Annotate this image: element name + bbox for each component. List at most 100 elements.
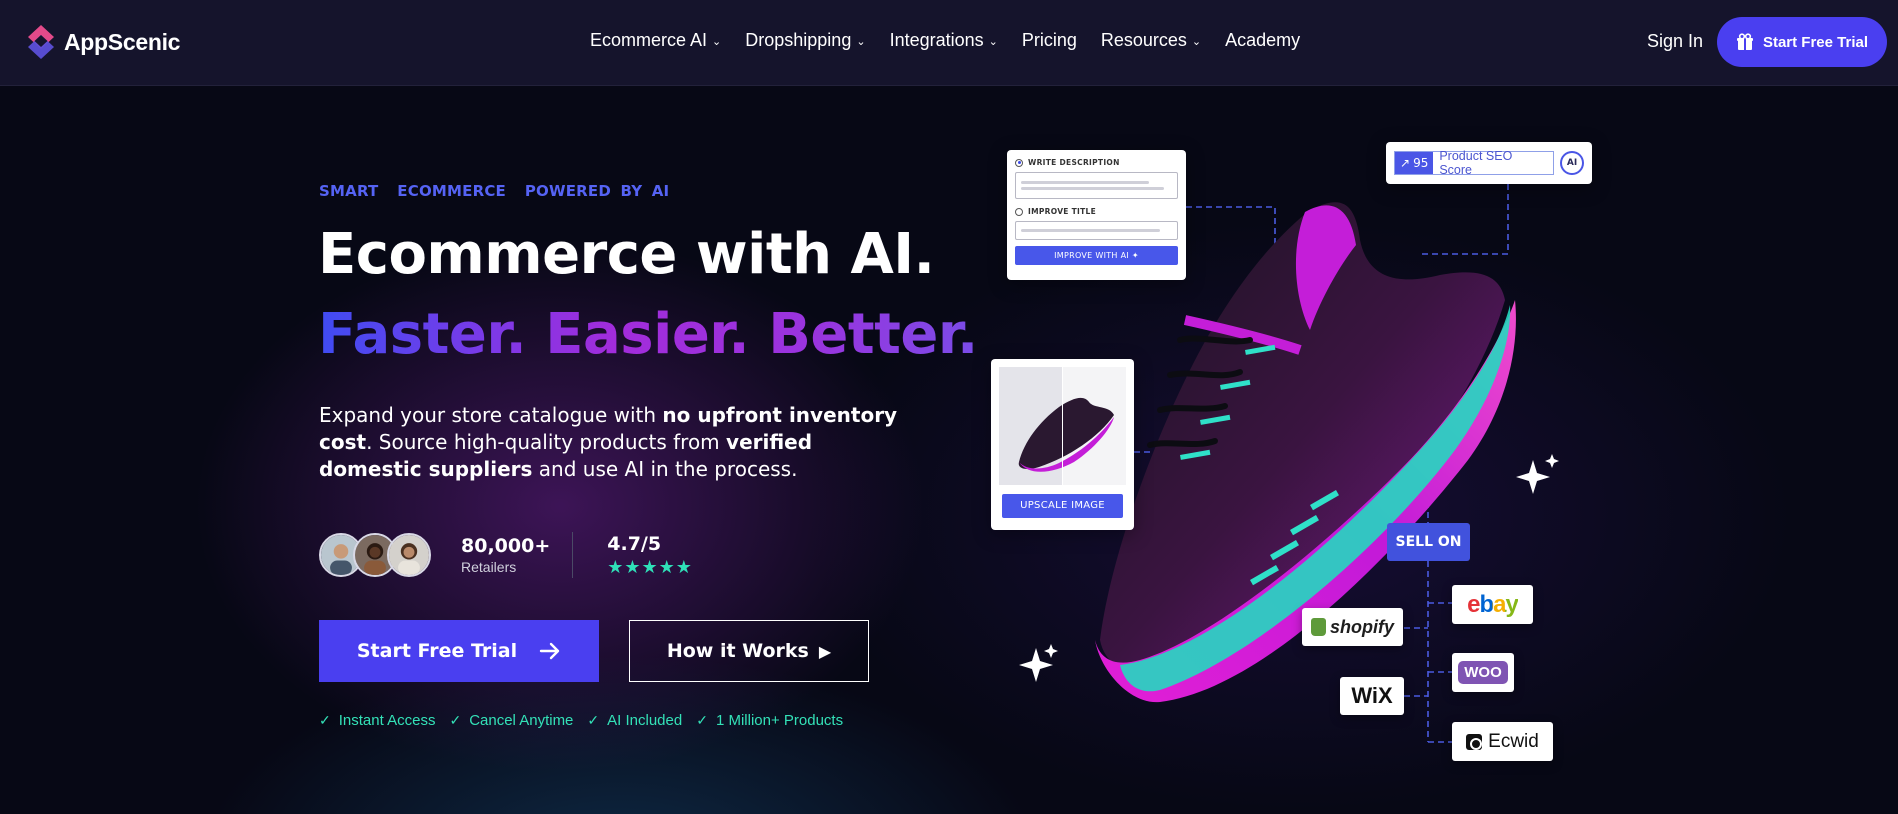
ai-write-card: WRITE DESCRIPTION IMPROVE TITLE IMPROVE …: [1007, 150, 1186, 280]
improve-with-ai-button[interactable]: IMPROVE WITH AI ✦: [1015, 246, 1178, 265]
nav-item-label: Integrations: [889, 30, 984, 50]
wix-logo[interactable]: WiX: [1340, 677, 1404, 715]
sign-in-link[interactable]: Sign In: [1647, 31, 1703, 52]
nav-item-label: Ecommerce AI: [590, 30, 708, 50]
nav-item-label: Academy: [1225, 30, 1301, 50]
perk-item: ✓ Cancel Anytime: [449, 712, 573, 729]
chevron-down-icon: ⌄: [712, 36, 722, 48]
shoe-thumbnail: [999, 367, 1126, 485]
secondary-cta-label: How it Works: [666, 640, 809, 662]
rating-stat: 4.7/5 ★★★★★: [607, 533, 693, 578]
hero-headline: Ecommerce with AI.: [318, 222, 935, 287]
perk-label: 1 Million+ Products: [715, 712, 844, 729]
text-line: [1021, 229, 1160, 232]
perk-item: ✓ 1 Million+ Products: [696, 712, 843, 729]
perks-list: ✓ Instant Access ✓ Cancel Anytime ✓ AI Incl…: [319, 712, 843, 729]
rating-value: 4.7/5: [607, 532, 662, 555]
nav-item-integrations[interactable]: Integrations ⌄: [890, 30, 998, 51]
upscale-image-button[interactable]: UPSCALE IMAGE: [1002, 494, 1123, 518]
improve-title-option[interactable]: IMPROVE TITLE: [1015, 207, 1178, 216]
ecwid-logo[interactable]: Ecwid: [1452, 722, 1553, 761]
shopify-label: shopify: [1329, 616, 1394, 637]
check-icon: ✓: [696, 712, 708, 728]
seo-score-label: Product SEO Score: [1439, 149, 1513, 177]
woo-label: WOO: [1458, 661, 1508, 684]
perk-label: Instant Access: [338, 712, 436, 729]
hero-eyebrow: SMART ECOMMERCE POWERED BY AI: [319, 182, 670, 200]
upscale-image-card: UPSCALE IMAGE: [991, 359, 1134, 530]
check-icon: ✓: [319, 712, 331, 728]
write-description-option[interactable]: WRITE DESCRIPTION: [1015, 158, 1178, 167]
sell-on-badge: SELL ON: [1387, 523, 1470, 561]
seo-score-box: ↗ 95 Product SEO Score: [1394, 149, 1555, 177]
perk-label: Cancel Anytime: [469, 712, 574, 729]
ebay-logo[interactable]: ebay: [1452, 585, 1533, 624]
nav-cta-label: Start Free Trial: [1762, 33, 1869, 51]
avatar: [387, 533, 431, 577]
rating-stars-icon: ★★★★★: [607, 556, 693, 578]
social-proof: 80,000+ Retailers 4.7/5 ★★★★★: [319, 532, 693, 578]
desc-part: . Source high-quality products from: [366, 430, 727, 454]
top-navbar: AppScenic Ecommerce AI ⌄ Dropshipping ⌄ …: [0, 0, 1898, 86]
desc-part: and use AI in the process.: [532, 457, 798, 481]
radio-icon: [1015, 207, 1023, 216]
title-textbox[interactable]: [1015, 221, 1178, 240]
primary-cta-label: Start Free Trial: [356, 640, 518, 662]
nav-item-label: Pricing: [1021, 30, 1077, 50]
chevron-down-icon: ⌄: [856, 36, 866, 48]
start-free-trial-button[interactable]: Start Free Trial: [319, 620, 599, 682]
option-label: IMPROVE TITLE: [1028, 207, 1097, 216]
check-icon: ✓: [587, 712, 600, 728]
ebay-label: ebay: [1467, 590, 1519, 618]
chevron-down-icon: ⌄: [988, 36, 998, 48]
improve-btn-label: IMPROVE WITH AI: [1054, 251, 1130, 260]
play-icon: ▶: [818, 641, 832, 661]
ecwid-label: Ecwid: [1488, 730, 1539, 752]
brand-name: AppScenic: [64, 28, 181, 55]
chevron-down-icon: ⌄: [1191, 36, 1202, 48]
text-line: [1021, 181, 1150, 184]
nav-item-label: Dropshipping: [745, 30, 852, 50]
wix-label: WiX: [1351, 683, 1393, 708]
arrow-up-right-icon: ↗: [1400, 156, 1411, 170]
seo-score-card: ↗ 95 Product SEO Score AI: [1386, 142, 1592, 184]
hero-tagline: Faster. Easier. Better.: [318, 298, 978, 372]
gift-icon: [1736, 33, 1753, 50]
how-it-works-button[interactable]: How it Works ▶: [629, 620, 869, 682]
arrow-right-icon: [539, 642, 560, 660]
nav-item-ecommerce-ai[interactable]: Ecommerce AI ⌄: [590, 30, 721, 51]
hero-background: [0, 86, 1898, 814]
ai-refresh-icon: AI: [1560, 151, 1584, 175]
nav-item-pricing[interactable]: Pricing: [1022, 30, 1077, 51]
hero-description: Expand your store catalogue with no upfr…: [319, 402, 899, 483]
text-line: [1021, 187, 1165, 190]
retailers-count: 80,000+: [461, 535, 551, 557]
description-textbox[interactable]: [1015, 172, 1178, 199]
shopify-bag-icon: [1310, 618, 1326, 636]
nav-start-free-trial-button[interactable]: Start Free Trial: [1717, 17, 1887, 67]
nav-item-resources[interactable]: Resources ⌄: [1101, 30, 1201, 51]
perk-item: ✓ Instant Access: [319, 712, 435, 729]
retailers-stat: 80,000+ Retailers: [461, 535, 550, 575]
woocommerce-logo[interactable]: WOO: [1452, 653, 1514, 692]
shopify-logo[interactable]: shopify: [1302, 608, 1403, 646]
nav-item-academy[interactable]: Academy: [1225, 30, 1300, 51]
radio-selected-icon: [1015, 158, 1023, 167]
seo-score-value: ↗ 95: [1395, 152, 1434, 174]
appscenic-logo-icon: [28, 25, 54, 59]
option-label: WRITE DESCRIPTION: [1028, 158, 1120, 167]
main-menu: Ecommerce AI ⌄ Dropshipping ⌄ Integratio…: [590, 30, 1300, 51]
perk-label: AI Included: [607, 712, 683, 729]
nav-item-label: Resources: [1100, 30, 1187, 50]
perk-item: ✓ AI Included: [587, 712, 682, 729]
check-icon: ✓: [449, 712, 462, 728]
ecwid-icon: [1466, 733, 1483, 750]
retailers-label: Retailers: [461, 559, 517, 575]
sparkle-icon: ✦: [1131, 251, 1139, 260]
brand-logo[interactable]: AppScenic: [26, 24, 180, 60]
nav-item-dropshipping[interactable]: Dropshipping ⌄: [745, 30, 865, 51]
stat-divider: [572, 532, 574, 578]
avatar-group: [319, 533, 431, 577]
seo-score-number: 95: [1413, 156, 1429, 170]
desc-part: Expand your store catalogue with: [319, 403, 663, 427]
